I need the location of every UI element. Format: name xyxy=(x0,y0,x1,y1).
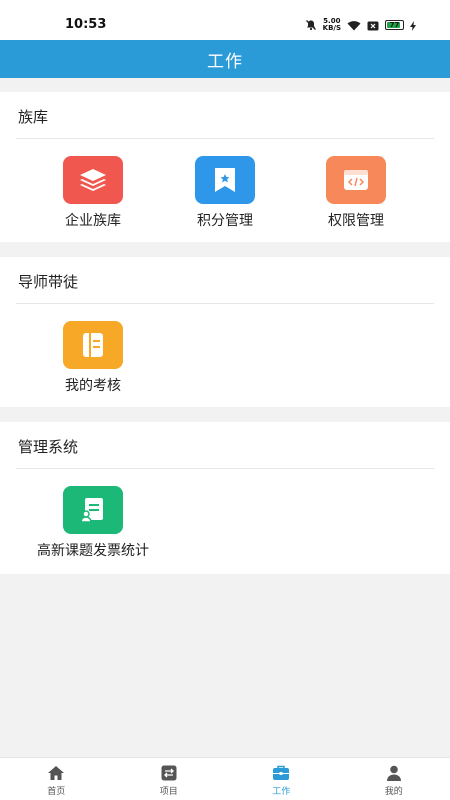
section-management-system: 管理系统 高新课题发票统计 xyxy=(0,422,450,574)
section-title: 导师带徒 xyxy=(18,273,79,291)
section-mentorship: 导师带徒 我的考核 xyxy=(0,257,450,407)
net-speed-unit: KB/S xyxy=(322,24,341,32)
tab-label: 工作 xyxy=(272,787,291,797)
mute-icon xyxy=(305,16,317,35)
user-icon xyxy=(386,765,402,781)
tab-profile[interactable]: 我的 xyxy=(338,758,450,800)
tile-label: 高新课题发票统计 xyxy=(37,543,149,559)
section-divider xyxy=(16,138,434,139)
net-speed: 5.00 KB/S xyxy=(323,18,341,32)
tab-label: 首页 xyxy=(47,787,66,797)
tab-projects[interactable]: 项目 xyxy=(113,758,226,800)
sim-icon xyxy=(367,16,379,35)
notebook-icon xyxy=(63,321,123,369)
code-window-icon xyxy=(326,156,386,204)
swap-icon xyxy=(161,765,177,781)
section-title: 族库 xyxy=(18,108,49,126)
tile-label: 积分管理 xyxy=(197,213,253,229)
tab-home[interactable]: 首页 xyxy=(0,758,113,800)
bookmark-star-icon xyxy=(195,156,255,204)
tab-label: 我的 xyxy=(384,787,403,797)
tile-invoice-statistics[interactable]: 高新课题发票统计 xyxy=(28,486,158,560)
tile-label: 企业族库 xyxy=(65,213,121,229)
section-family-library: 族库 企业族库 积分管理 权限管理 xyxy=(0,92,450,242)
battery-level: 77 xyxy=(389,21,400,29)
charging-icon xyxy=(410,16,416,35)
tile-label: 权限管理 xyxy=(328,213,384,229)
tile-enterprise-library[interactable]: 企业族库 xyxy=(28,156,158,230)
section-title: 管理系统 xyxy=(18,438,79,456)
briefcase-icon xyxy=(272,765,290,781)
status-icons: 5.00 KB/S 77 xyxy=(305,17,416,33)
wifi-icon xyxy=(347,16,361,35)
section-divider xyxy=(16,303,434,304)
tile-points-management[interactable]: 积分管理 xyxy=(160,156,290,230)
layers-icon xyxy=(63,156,123,204)
status-time: 10:53 xyxy=(65,17,107,32)
invoice-icon xyxy=(63,486,123,534)
tile-label: 我的考核 xyxy=(65,378,121,394)
tile-permission-management[interactable]: 权限管理 xyxy=(291,156,421,230)
tab-work[interactable]: 工作 xyxy=(225,758,338,800)
section-divider xyxy=(16,468,434,469)
tile-my-assessment[interactable]: 我的考核 xyxy=(28,321,158,395)
header-bar: 工作 xyxy=(0,40,450,78)
bottom-tab-bar: 首页 项目 工作 我的 xyxy=(0,757,450,800)
page-title: 工作 xyxy=(207,51,243,72)
home-icon xyxy=(47,765,65,781)
battery-icon: 77 xyxy=(385,20,404,30)
status-bar: 10:53 5.00 KB/S 77 xyxy=(0,0,450,40)
tab-label: 项目 xyxy=(159,787,178,797)
